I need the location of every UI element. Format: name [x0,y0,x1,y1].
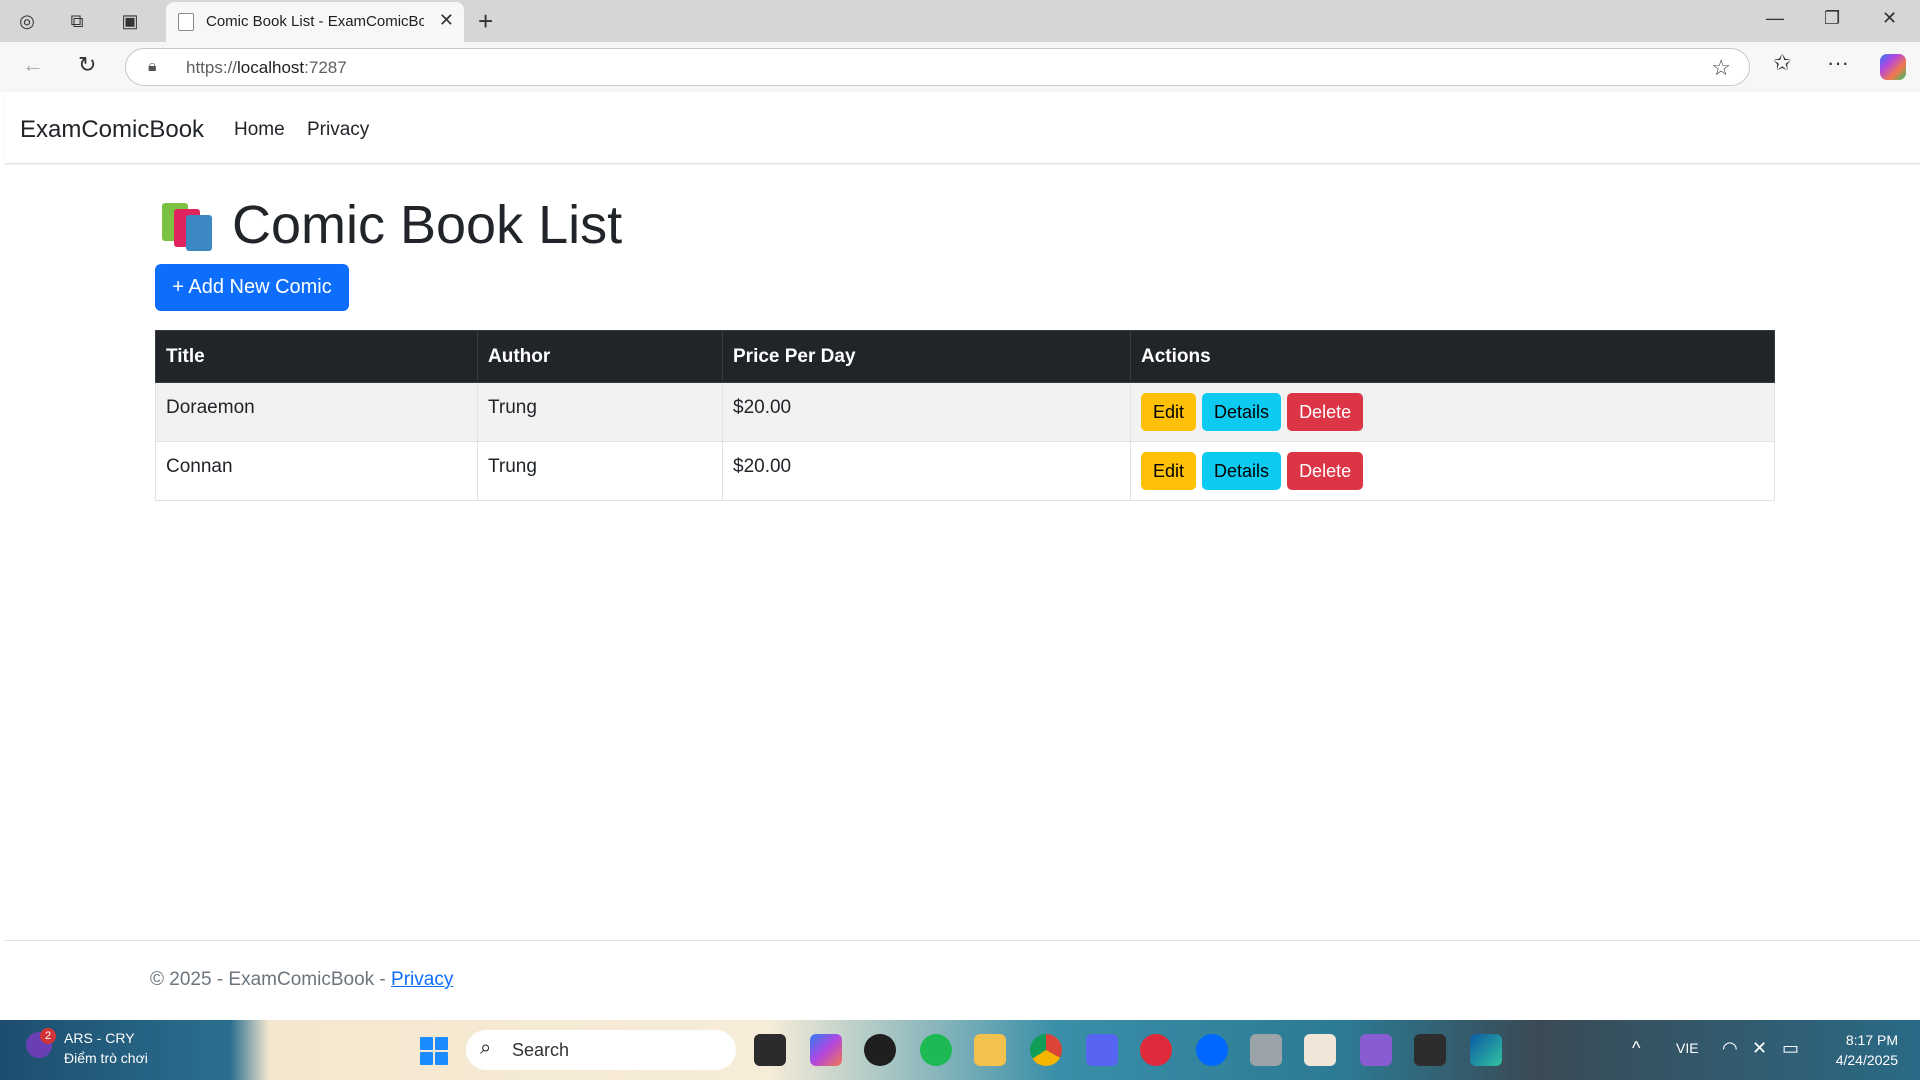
table-row: Doraemon Trung $20.00 Edit Details Delet… [155,382,1775,442]
spotify-icon[interactable] [920,1034,952,1066]
browser-tab-active[interactable]: Comic Book List - ExamComicBook ✕ [166,2,464,42]
nav-link-privacy[interactable]: Privacy [307,119,369,141]
edge-icon[interactable] [1470,1034,1502,1066]
refresh-icon[interactable]: ↻ [78,52,96,78]
visual-studio-icon[interactable] [1360,1034,1392,1066]
site-footer: © 2025 - ExamComicBook - Privacy [5,940,1920,1018]
task-view-icon[interactable] [754,1034,786,1066]
table-header-row: Title Author Price Per Day Actions [155,330,1775,383]
table-row: Connan Trung $20.00 Edit Details Delete [155,441,1775,501]
widget-subtitle[interactable]: Điểm trò chơi [64,1050,148,1066]
clock-date[interactable]: 4/24/2025 [1822,1052,1898,1068]
search-icon: ⌕ [480,1037,492,1059]
terminal-icon[interactable] [1414,1034,1446,1066]
column-header-price: Price Per Day [722,330,1131,383]
column-header-author: Author [477,330,723,383]
battery-icon[interactable]: ▭ [1782,1038,1799,1059]
notification-badge: 2 [40,1028,56,1044]
nav-link-home[interactable]: Home [234,119,285,141]
close-window-icon[interactable]: ✕ [1882,8,1897,29]
restore-icon[interactable]: ❐ [1824,8,1840,29]
wifi-icon[interactable]: ◠ [1722,1038,1738,1059]
windows-start-icon[interactable] [420,1037,448,1065]
favorite-star-icon[interactable]: ☆ [1711,55,1731,81]
file-explorer-icon[interactable] [974,1034,1006,1066]
opera-icon[interactable] [1140,1034,1172,1066]
chatgpt-icon[interactable] [864,1034,896,1066]
address-toolbar: ← ↻ 🔒︎ https://localhost:7287 ☆ ✩ ··· [0,42,1920,92]
details-button[interactable]: Details [1202,452,1282,490]
delete-button[interactable]: Delete [1287,393,1364,431]
edit-button[interactable]: Edit [1141,452,1197,490]
delete-button[interactable]: Delete [1287,452,1364,490]
lock-icon[interactable]: 🔒︎ [148,58,157,76]
cell-actions: Edit Details Delete [1130,382,1775,442]
cell-price: $20.00 [722,382,1131,442]
browser-tab-bar: ◎ ⧉ ▣ Comic Book List - ExamComicBook ✕ … [0,0,1920,42]
zalo-icon[interactable] [1196,1034,1228,1066]
cell-author: Trung [477,382,723,442]
database-icon[interactable] [1250,1034,1282,1066]
details-button[interactable]: Details [1202,393,1282,431]
workspaces-icon[interactable]: ⧉ [63,8,91,34]
taskbar-search[interactable]: ⌕ Search [466,1030,736,1070]
comics-table: Title Author Price Per Day Actions Dorae… [155,330,1775,501]
volume-muted-icon[interactable]: ✕ [1752,1038,1767,1059]
show-hidden-icons-icon[interactable]: ^ [1632,1038,1640,1059]
url-text[interactable]: https://localhost:7287 [186,58,347,78]
new-tab-icon[interactable]: + [478,6,493,37]
windows-taskbar: 2 ARS - CRY Điểm trò chơi ⌕ Search ^ VIE… [0,1020,1920,1080]
more-options-icon[interactable]: ··· [1827,50,1849,76]
cell-title: Connan [155,441,478,501]
back-icon[interactable]: ← [22,52,44,78]
copilot-app-icon[interactable] [810,1034,842,1066]
page-heading: Comic Book List [160,194,622,256]
column-header-title: Title [155,330,478,383]
books-icon [160,199,212,251]
search-label: Search [512,1040,570,1060]
site-navbar: ExamComicBook Home Privacy [5,92,1920,164]
add-new-comic-button[interactable]: + Add New Comic [155,264,349,311]
profile-icon[interactable]: ◎ [13,8,41,34]
input-language[interactable]: VIE [1676,1040,1699,1056]
tab-title: Comic Book List - ExamComicBook [206,13,424,30]
column-header-actions: Actions [1130,330,1775,383]
cell-actions: Edit Details Delete [1130,441,1775,501]
edit-button[interactable]: Edit [1141,393,1197,431]
address-bar[interactable]: 🔒︎ https://localhost:7287 ☆ [125,48,1750,86]
page-title: Comic Book List [232,195,623,255]
clock-time[interactable]: 8:17 PM [1822,1032,1898,1048]
cell-price: $20.00 [722,441,1131,501]
discord-icon[interactable] [1086,1034,1118,1066]
close-tab-icon[interactable]: ✕ [439,10,454,31]
page-viewport: ExamComicBook Home Privacy Comic Book Li… [5,92,1920,1018]
footer-text: © 2025 - ExamComicBook - Privacy [150,969,454,990]
navbar-brand[interactable]: ExamComicBook [20,116,204,144]
snipping-tool-icon[interactable] [1304,1034,1336,1066]
minimize-icon[interactable]: — [1766,8,1784,29]
page-favicon-icon [178,13,194,31]
footer-privacy-link[interactable]: Privacy [391,969,453,990]
chrome-icon[interactable] [1030,1034,1062,1066]
cell-title: Doraemon [155,382,478,442]
copilot-icon[interactable] [1880,54,1906,80]
cell-author: Trung [477,441,723,501]
tab-actions-icon[interactable]: ▣ [116,8,144,34]
widget-title[interactable]: ARS - CRY [64,1030,135,1046]
favorites-icon[interactable]: ✩ [1773,50,1791,76]
